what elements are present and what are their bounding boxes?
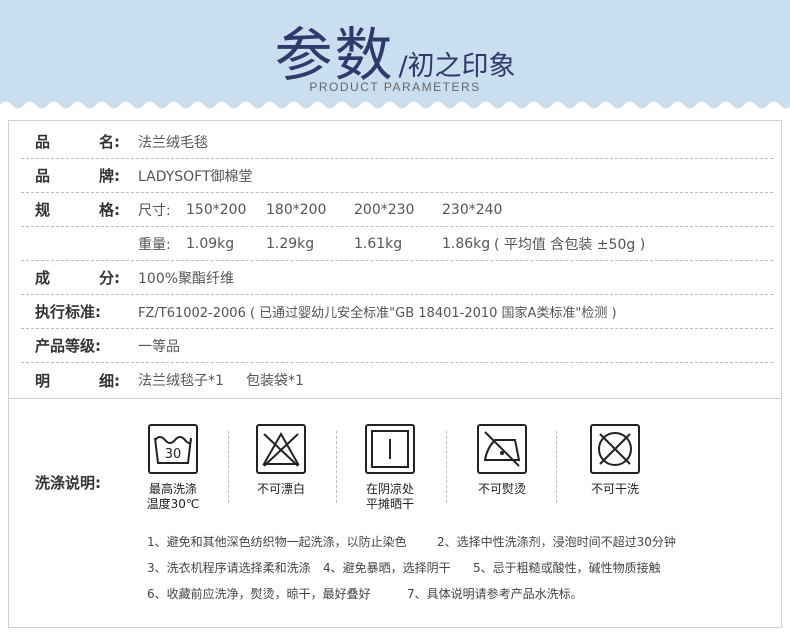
wash-caption: 不可漂白 — [256, 482, 305, 496]
material-value: 100%聚酯纤维 — [138, 270, 235, 287]
row-weight: 重量: 1.09kg 1.29kg 1.61kg 1.86kg ( 平均值 含包… — [21, 227, 773, 261]
weight-values: 重量: 1.09kg 1.29kg 1.61kg 1.86kg ( 平均值 含包… — [138, 235, 646, 253]
row-product-name: 品名: 法兰绒毛毯 — [21, 125, 773, 159]
size-value: 150*200 — [186, 201, 247, 218]
standard-value: FZ/T61002-2006 ( 已通过婴幼儿安全标准"GB 18401-201… — [138, 306, 617, 321]
detail-values: 法兰绒毯子*1 包装袋*1 — [138, 370, 304, 390]
wash-caption: 最高洗涤 温度30℃ — [146, 482, 200, 511]
wash-label: 洗涤说明: — [35, 474, 101, 492]
divider — [556, 431, 557, 503]
wash-note-line: 6、收藏前应洗净，熨烫，晾干，最好叠好 7、具体说明请参考产品水洗标。 — [147, 587, 583, 601]
dry-flat-shade-icon — [365, 424, 415, 474]
detail-item: 法兰绒毯子*1 — [138, 373, 224, 389]
row-label: 明细: — [35, 371, 120, 390]
row-label: 产品等级: — [35, 337, 101, 355]
wash-30-icon: 30 — [148, 424, 198, 474]
row-material: 成分: 100%聚酯纤维 — [21, 261, 773, 295]
wash-caption: 不可熨烫 — [477, 482, 526, 496]
row-brand: 品牌: LADYSOFT御棉堂 — [21, 159, 773, 193]
wave-border-decoration — [0, 101, 790, 112]
weight-value: 1.29kg — [266, 235, 315, 252]
wash-icon-item: 在阴凉处 平摊晒干 — [350, 424, 430, 512]
title-main: 参数 — [274, 21, 395, 89]
wash-icon-item: 不可漂白 — [241, 424, 321, 497]
row-label: 执行标准: — [35, 303, 101, 321]
wash-note-line: 1、避免和其他深色纺织物一起洗涤，以防止染色 2、选择中性洗涤剂，浸泡时间不超过3… — [147, 535, 676, 549]
size-values: 尺寸: 150*200 180*200 200*230 230*240 — [138, 200, 522, 220]
no-iron-icon — [477, 424, 527, 474]
wash-note-line: 3、洗衣机程序请选择柔和洗涤 4、避免暴晒，选择阴干 5、忌于粗糙或酸性，碱性物质接… — [147, 561, 661, 575]
wash-caption: 不可干洗 — [590, 482, 639, 496]
no-dry-clean-icon — [590, 424, 640, 474]
grade-value: 一等品 — [138, 338, 180, 355]
wash-icon-item: 不可熨烫 — [462, 424, 542, 497]
size-value: 180*200 — [266, 201, 327, 218]
divider — [228, 431, 229, 503]
weight-value: 1.86kg — [442, 235, 491, 252]
divider — [446, 431, 447, 503]
svg-text:30: 30 — [165, 447, 182, 462]
product-name-value: 法兰绒毛毯 — [138, 134, 208, 151]
row-label: 品名: — [35, 133, 120, 151]
row-details: 明细: 法兰绒毯子*1 包装袋*1 — [21, 363, 773, 397]
size-value: 200*230 — [354, 201, 415, 218]
row-size: 规格: 尺寸: 150*200 180*200 200*230 230*240 — [21, 193, 773, 227]
weight-value: 1.61kg — [354, 235, 403, 252]
weight-note: ( 平均值 含包装 ±50g ) — [494, 236, 646, 253]
detail-item: 包装袋*1 — [246, 373, 304, 389]
brand-value: LADYSOFT御棉堂 — [138, 168, 253, 185]
title-english: PRODUCT PARAMETERS — [309, 80, 481, 94]
section-divider — [9, 398, 781, 399]
weight-value: 1.09kg — [186, 235, 235, 252]
header-banner: 参数/初之印象 PRODUCT PARAMETERS — [0, 0, 790, 112]
wash-caption: 在阴凉处 平摊晒干 — [365, 482, 414, 511]
divider — [336, 431, 337, 503]
title-sub: /初之印象 — [398, 51, 516, 82]
no-bleach-icon — [256, 424, 306, 474]
row-label: 成分: — [35, 269, 120, 287]
parameters-box: 品名: 法兰绒毛毯 品牌: LADYSOFT御棉堂 规格: 尺寸: 150*20… — [8, 120, 782, 628]
row-grade: 产品等级: 一等品 — [21, 329, 773, 363]
size-value: 230*240 — [442, 201, 503, 218]
wash-icon-item: 30 最高洗涤 温度30℃ — [133, 424, 213, 512]
row-standard: 执行标准: FZ/T61002-2006 ( 已通过婴幼儿安全标准"GB 184… — [21, 295, 773, 329]
wash-icon-item: 不可干洗 — [575, 424, 655, 497]
row-label: 规格: — [35, 201, 120, 219]
row-label: 品牌: — [35, 167, 120, 185]
